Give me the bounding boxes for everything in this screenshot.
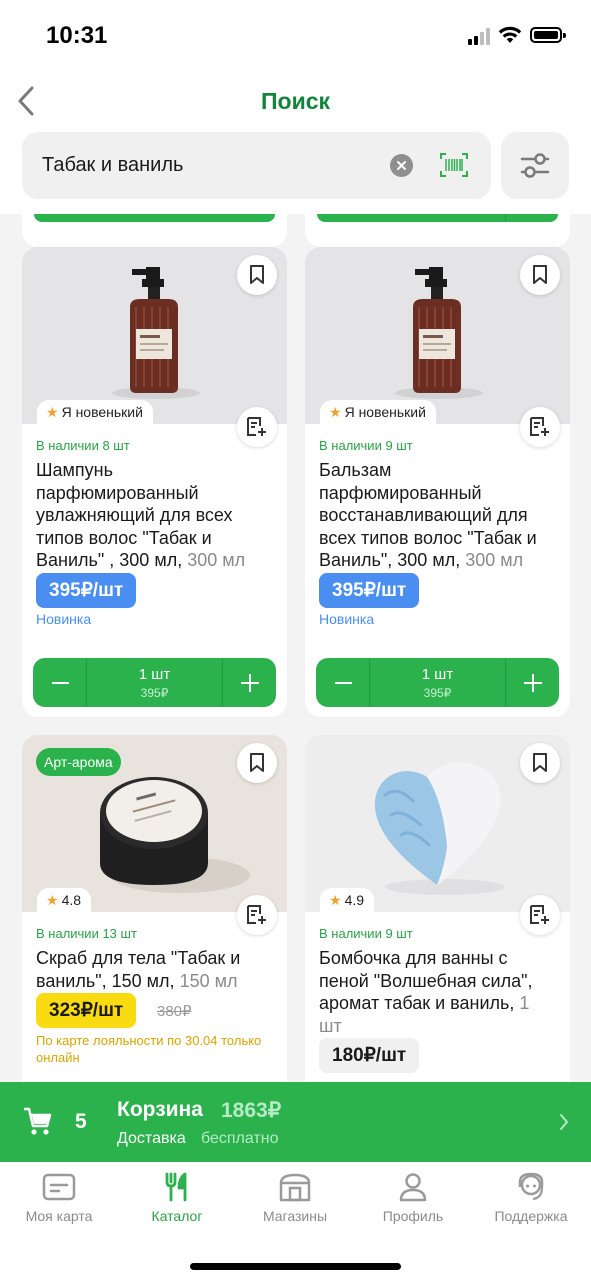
product-name[interactable]: Шампунь парфюмированный увлажняющий для … [36, 459, 273, 572]
search-input[interactable]: Табак и ваниль [22, 132, 491, 199]
quantity-value: 1 шт [138, 666, 171, 683]
home-indicator [190, 1263, 401, 1270]
add-to-list-button[interactable] [520, 407, 560, 447]
add-to-list-button[interactable] [520, 895, 560, 935]
product-card[interactable]: ★ Я новенький В наличии 9 шт Бальзам парф… [305, 247, 570, 717]
bookmark-button[interactable] [520, 743, 560, 783]
stock-status: В наличии 9 шт [319, 926, 413, 941]
wifi-icon [498, 26, 522, 43]
rating-badge: ★ Я новенький [320, 400, 436, 424]
star-icon: ★ [329, 404, 342, 420]
stock-status: В наличии 13 шт [36, 926, 137, 941]
tab-bar: Моя карта Каталог Магазины Профиль Подде… [0, 1162, 591, 1280]
increase-quantity-button[interactable] [222, 658, 276, 707]
rating-badge: ★ 4.9 [320, 888, 375, 912]
quantity-stepper: 1 шт 395₽ [316, 658, 559, 707]
star-icon: ★ [46, 404, 59, 420]
brand-tag: Арт-арома [36, 748, 121, 776]
list-add-icon [530, 905, 549, 924]
cart-title: Корзина [117, 1098, 203, 1121]
tab-support[interactable]: Поддержка [472, 1172, 590, 1232]
delivery-value: бесплатно [201, 1130, 279, 1147]
cart-icon [24, 1107, 52, 1135]
product-image[interactable]: ★ Я новенький [22, 247, 287, 424]
product-name[interactable]: Бальзам парфюмированный восстанавливающи… [319, 459, 556, 572]
bookmark-icon [533, 265, 547, 284]
cellular-signal-icon [468, 28, 490, 45]
fork-knife-icon [165, 1172, 187, 1202]
quantity-stepper: 1 шт 395₽ [33, 658, 276, 707]
price-badge: 180₽/шт [319, 1038, 420, 1073]
status-bar: 10:31 [0, 0, 591, 70]
novelty-label: Новинка [36, 611, 92, 627]
price-badge: 395₽/шт [319, 573, 420, 608]
price-badge: 395₽/шт [36, 573, 137, 608]
delivery-label: Доставка [117, 1130, 186, 1147]
list-add-icon [530, 417, 549, 436]
add-to-list-button[interactable] [237, 895, 277, 935]
previous-card-stepper[interactable] [22, 214, 287, 247]
bookmark-icon [250, 265, 264, 284]
battery-icon [530, 27, 566, 43]
star-icon: ★ [46, 892, 59, 908]
tab-profile[interactable]: Профиль [354, 1172, 472, 1232]
bookmark-button[interactable] [520, 255, 560, 295]
product-card[interactable]: Арт-арома ★ 4.8 В наличии 13 шт Скраб для… [22, 735, 287, 1082]
clear-search-button[interactable] [390, 154, 413, 177]
header: Поиск Табак и ваниль [0, 70, 591, 214]
cart-total: 1863₽ [221, 1099, 282, 1122]
product-name[interactable]: Бомбочка для ванны с пеной "Волшебная си… [319, 947, 556, 1037]
person-icon [399, 1173, 427, 1202]
filter-button[interactable] [501, 132, 569, 199]
product-image[interactable]: ★ Я новенький [305, 247, 570, 424]
product-image[interactable]: ★ 4.9 [305, 735, 570, 912]
decrease-quantity-button[interactable] [316, 658, 370, 707]
bookmark-button[interactable] [237, 255, 277, 295]
stock-status: В наличии 9 шт [319, 438, 413, 453]
bookmark-icon [250, 753, 264, 772]
list-add-icon [247, 417, 266, 436]
card-icon [42, 1173, 76, 1201]
cart-bar[interactable]: 5 Корзина 1863₽ Доставка бесплатно [0, 1082, 591, 1162]
rating-badge: ★ 4.8 [37, 888, 92, 912]
tab-my-card[interactable]: Моя карта [0, 1172, 118, 1232]
list-add-icon [247, 905, 266, 924]
novelty-label: Новинка [319, 611, 375, 627]
close-icon [397, 161, 406, 170]
product-card[interactable]: ★ 4.9 В наличии 9 шт Бомбочка для ванны с… [305, 735, 570, 1082]
product-image[interactable]: Арт-арома ★ 4.8 [22, 735, 287, 912]
cart-count: 5 [75, 1110, 87, 1133]
quantity-sum: 395₽ [423, 686, 452, 700]
stock-status: В наличии 8 шт [36, 438, 130, 453]
loyalty-note: По карте лояльности по 30.04 только онла… [36, 1033, 262, 1065]
sliders-icon [520, 153, 550, 178]
decrease-quantity-button[interactable] [33, 658, 87, 707]
tab-catalog[interactable]: Каталог [118, 1172, 236, 1232]
quantity-sum: 395₽ [140, 686, 169, 700]
page-title: Поиск [260, 88, 331, 114]
barcode-scan-icon[interactable] [440, 153, 468, 177]
product-name[interactable]: Скраб для тела "Табак и ваниль", 150 мл,… [36, 947, 273, 992]
star-icon: ★ [329, 892, 342, 908]
status-time: 10:31 [46, 22, 108, 49]
add-to-list-button[interactable] [237, 407, 277, 447]
product-grid[interactable]: ★ Я новенький В наличии 8 шт Шампунь парф… [0, 214, 591, 1082]
search-query[interactable]: Табак и ваниль [42, 154, 183, 177]
bookmark-button[interactable] [237, 743, 277, 783]
increase-quantity-button[interactable] [505, 658, 559, 707]
headset-icon [518, 1172, 544, 1201]
bookmark-icon [533, 753, 547, 772]
price-badge: 323₽/шт [36, 993, 137, 1028]
store-icon [279, 1173, 311, 1202]
old-price: 380₽ [157, 1003, 192, 1020]
previous-card-stepper[interactable] [305, 214, 570, 247]
product-card[interactable]: ★ Я новенький В наличии 8 шт Шампунь парф… [22, 247, 287, 717]
rating-badge: ★ Я новенький [37, 400, 153, 424]
chevron-right-icon [560, 1114, 568, 1130]
quantity-value: 1 шт [421, 666, 454, 683]
tab-stores[interactable]: Магазины [236, 1172, 354, 1232]
